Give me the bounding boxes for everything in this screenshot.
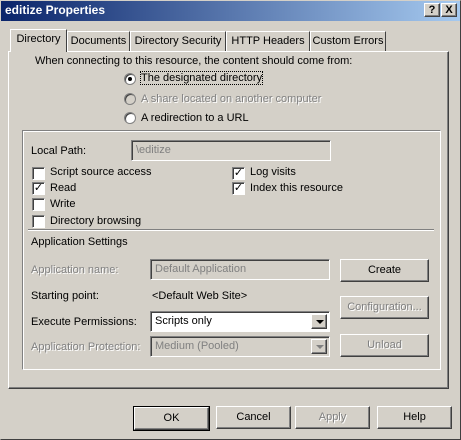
cancel-button[interactable]: Cancel	[216, 406, 291, 429]
starting-point-label: Starting point:	[31, 290, 99, 302]
execute-permissions-select[interactable]: Scripts only	[150, 311, 330, 332]
chevron-down-icon	[311, 339, 327, 354]
tab-label: Directory	[16, 33, 61, 45]
tab-label: Documents	[70, 35, 127, 47]
app-name-label: Application name:	[31, 264, 119, 276]
tab-custom-errors[interactable]: Custom Errors	[310, 31, 386, 51]
help-title-button[interactable]: ?	[424, 3, 440, 17]
radio-share	[124, 93, 136, 105]
radio-designated-directory[interactable]	[124, 73, 136, 85]
starting-point-value: <Default Web Site>	[152, 290, 248, 302]
apply-button: Apply	[295, 406, 370, 429]
radio-label-designated-directory[interactable]: The designated directory	[139, 71, 264, 85]
check-label-directory-browsing[interactable]: Directory browsing	[50, 215, 141, 227]
local-path-field: \editize	[131, 140, 331, 161]
checkbox-index-resource[interactable]: ✓	[232, 182, 245, 195]
unload-button: Unload	[340, 334, 429, 357]
checkbox-read[interactable]: ✓	[32, 182, 45, 195]
window-title: editize Properties	[5, 3, 106, 17]
local-path-label: Local Path:	[31, 145, 87, 157]
ok-button[interactable]: OK	[133, 406, 210, 431]
check-label-read[interactable]: Read	[50, 182, 76, 194]
app-protection-label: Application Protection:	[31, 341, 141, 353]
tab-directory-security[interactable]: Directory Security	[130, 31, 226, 51]
checkbox-log-visits[interactable]: ✓	[232, 167, 245, 180]
close-icon[interactable]: X	[441, 3, 457, 17]
app-protection-select: Medium (Pooled)	[150, 336, 330, 357]
execute-permissions-value: Scripts only	[155, 315, 212, 327]
help-button[interactable]: Help	[377, 406, 452, 429]
create-button[interactable]: Create	[340, 259, 429, 282]
group-separator	[28, 229, 434, 231]
radio-label-redirection-url[interactable]: A redirection to a URL	[141, 112, 249, 124]
check-label-log-visits[interactable]: Log visits	[250, 166, 296, 178]
execute-permissions-label: Execute Permissions:	[31, 316, 137, 328]
source-prompt: When connecting to this resource, the co…	[35, 55, 353, 67]
check-label-script-source-access[interactable]: Script source access	[50, 166, 151, 178]
chevron-down-icon[interactable]	[311, 314, 327, 329]
app-protection-value: Medium (Pooled)	[155, 340, 239, 352]
tab-directory[interactable]: Directory	[10, 29, 67, 52]
app-name-field: Default Application	[150, 259, 330, 280]
tab-http-headers[interactable]: HTTP Headers	[226, 31, 310, 51]
check-label-index-resource[interactable]: Index this resource	[250, 182, 343, 194]
tab-label: HTTP Headers	[231, 35, 305, 47]
radio-label-share: A share located on another computer	[141, 93, 322, 105]
tab-label: Directory Security	[134, 35, 222, 47]
configuration-button: Configuration...	[340, 296, 429, 319]
tab-label: Custom Errors	[312, 35, 384, 47]
tab-documents[interactable]: Documents	[67, 31, 130, 51]
check-label-write[interactable]: Write	[50, 198, 75, 210]
checkbox-script-source-access[interactable]	[32, 167, 45, 180]
checkbox-write[interactable]	[32, 198, 45, 211]
app-settings-heading: Application Settings	[31, 236, 128, 248]
checkbox-directory-browsing[interactable]	[32, 215, 45, 228]
radio-redirection-url[interactable]	[124, 112, 136, 124]
